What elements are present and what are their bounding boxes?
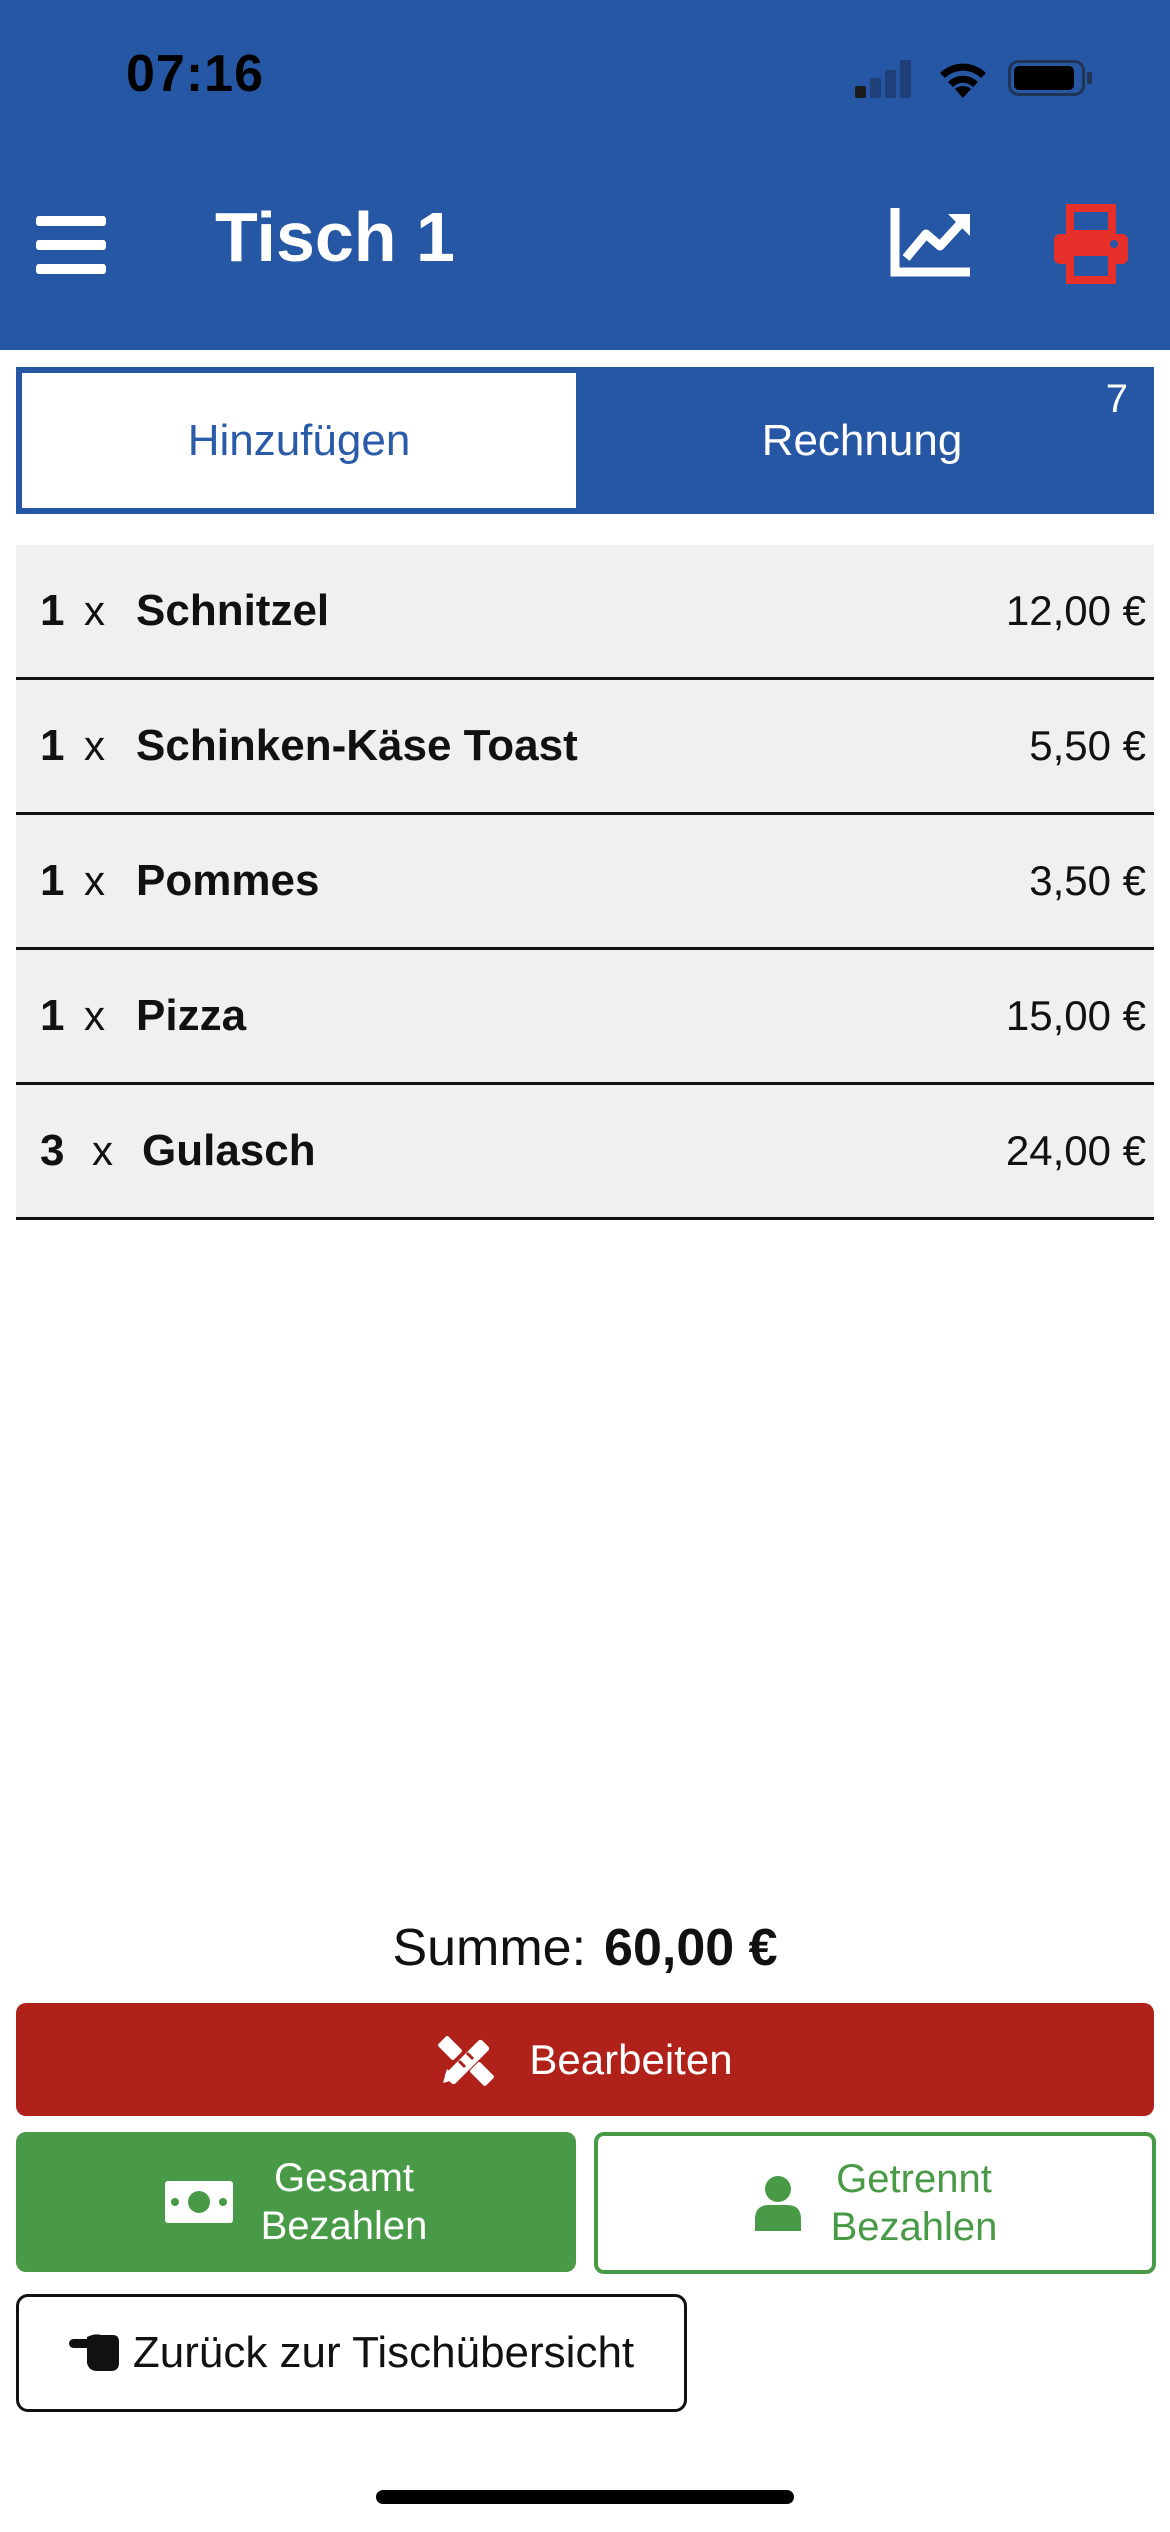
order-name: Schinken-Käse Toast: [136, 721, 578, 770]
user-icon: [754, 2176, 801, 2231]
chart-line-icon[interactable]: [890, 204, 972, 280]
edit-button-label: Bearbeiten: [529, 2035, 733, 2083]
tab-bill-label: Rechnung: [761, 415, 963, 465]
wifi-icon: [940, 63, 986, 98]
tab-bill[interactable]: Rechnung: [576, 373, 1148, 508]
order-name: Schnitzel: [136, 586, 330, 635]
order-name: Pizza: [136, 991, 247, 1040]
bill-count-badge: 7: [1105, 377, 1128, 421]
order-times: x: [92, 1127, 113, 1174]
order-row[interactable]: 1 x Pizza 15,00 €: [16, 950, 1154, 1085]
signal-icon: [855, 58, 915, 98]
money-bill-icon: [164, 2181, 233, 2223]
order-price: 12,00 €: [1005, 587, 1146, 634]
order-row[interactable]: 3 x Gulasch 24,00 €: [16, 1085, 1154, 1220]
pencil-ruler-icon: [438, 2035, 495, 2086]
pay-total-line2: Bezahlen: [260, 2204, 428, 2248]
order-qty: 1: [40, 721, 65, 770]
pay-total-button[interactable]: Gesamt Bezahlen: [16, 2132, 576, 2272]
pay-split-label: Getrennt Bezahlen: [831, 2155, 998, 2251]
order-row[interactable]: 1 x Schinken-Käse Toast 5,50 €: [16, 680, 1154, 815]
page-title: Tisch 1: [215, 198, 455, 276]
top-bar: 07:16 Tisch 1: [0, 0, 1170, 350]
order-name: Pommes: [136, 856, 320, 905]
order-list: 1 x Schnitzel 12,00 € 1 x Schinken-Käse …: [16, 545, 1154, 1220]
back-button-label: Zurück zur Tischübersicht: [132, 2328, 635, 2377]
order-qty: 1: [40, 856, 65, 905]
total-value: 60,00 €: [604, 1919, 778, 1977]
pay-split-line1: Getrennt: [836, 2157, 992, 2201]
total-label: Summe:: [392, 1919, 587, 1977]
menu-button[interactable]: [36, 212, 106, 276]
printer-icon[interactable]: [1050, 204, 1132, 284]
back-to-tables-button[interactable]: Zurück zur Tischübersicht: [16, 2294, 687, 2412]
order-row[interactable]: 1 x Schnitzel 12,00 €: [16, 545, 1154, 680]
order-times: x: [84, 722, 105, 769]
pay-total-label: Gesamt Bezahlen: [261, 2154, 428, 2250]
order-price: 24,00 €: [1005, 1127, 1146, 1174]
order-times: x: [84, 857, 105, 904]
battery-icon: [1008, 60, 1092, 96]
pay-split-button[interactable]: Getrennt Bezahlen: [594, 2132, 1156, 2274]
order-qty: 1: [40, 991, 65, 1040]
order-row[interactable]: 1 x Pommes 3,50 €: [16, 815, 1154, 950]
edit-button[interactable]: Bearbeiten: [16, 2003, 1154, 2116]
order-total: Summe: 60,00 €: [0, 1918, 1170, 1978]
order-name: Gulasch: [142, 1126, 316, 1175]
tab-bar: Hinzufügen Rechnung 7: [16, 367, 1154, 514]
status-time: 07:16: [126, 45, 264, 103]
order-price: 15,00 €: [1005, 992, 1146, 1039]
hand-point-left-icon: [68, 2334, 119, 2371]
order-times: x: [84, 992, 105, 1039]
order-price: 5,50 €: [1029, 722, 1146, 769]
pay-total-line1: Gesamt: [273, 2156, 415, 2200]
order-price: 3,50 €: [1029, 857, 1146, 904]
order-times: x: [84, 587, 105, 634]
order-qty: 1: [40, 586, 65, 635]
home-indicator[interactable]: [376, 2490, 794, 2504]
tab-add[interactable]: Hinzufügen: [22, 373, 576, 508]
order-qty: 3: [40, 1126, 65, 1175]
pay-split-line2: Bezahlen: [830, 2205, 998, 2249]
